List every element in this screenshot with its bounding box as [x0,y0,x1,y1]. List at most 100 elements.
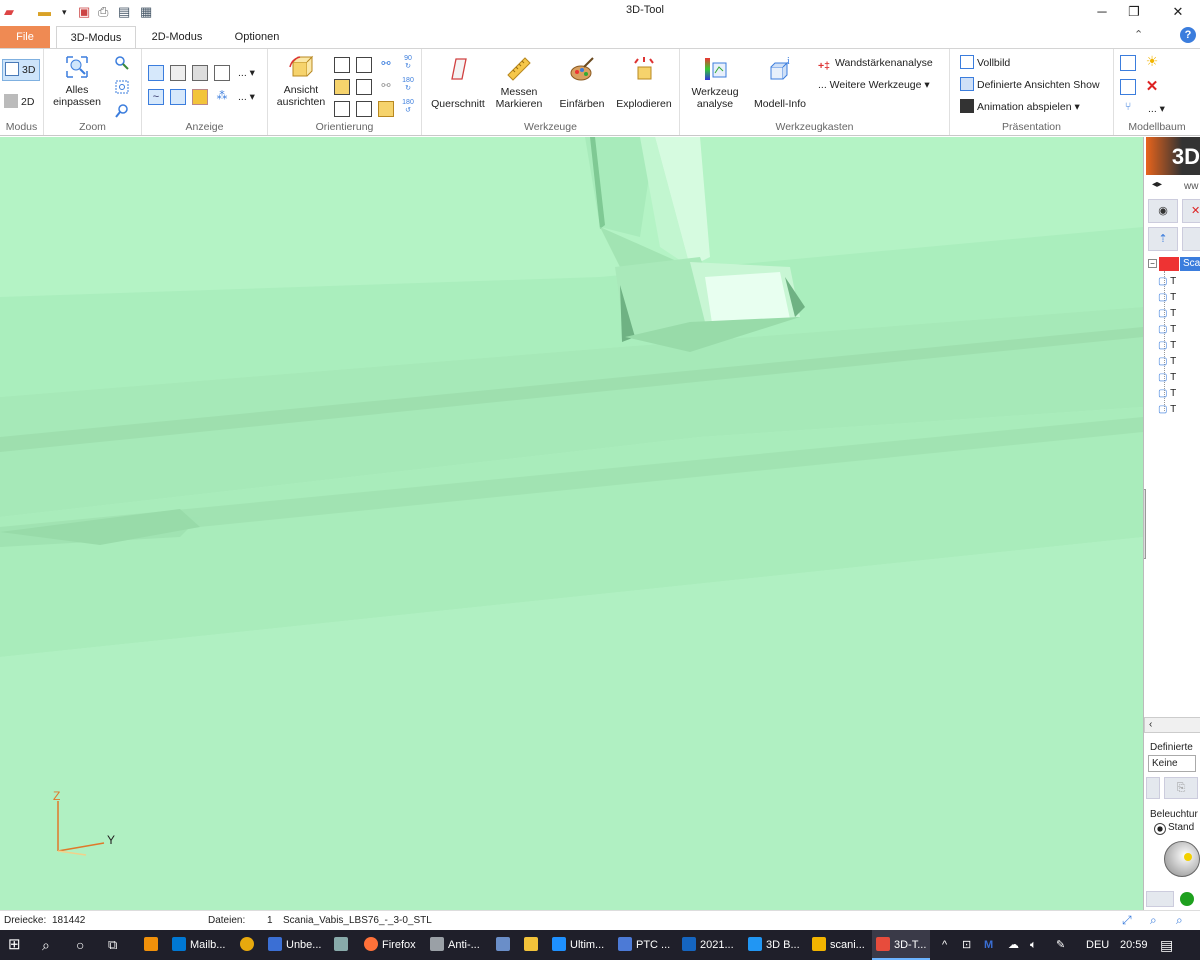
wandstaerke-button[interactable]: +‡ Wandstärkenanalyse [818,55,933,72]
tree-item[interactable]: ▢ T [1158,291,1176,305]
mode-3d-button[interactable]: 3D [2,59,40,81]
explorer-app[interactable] [524,930,540,960]
tree-root-label[interactable]: Sca [1180,257,1200,271]
www-link[interactable]: ww [1184,181,1198,192]
einfaerben-button[interactable]: Einfärben [554,55,610,110]
misc-app[interactable] [334,930,350,960]
zoom-area-icon[interactable] [114,55,130,71]
definierte-select[interactable]: Keine [1148,755,1196,772]
taskbar-app[interactable]: 3D B... [748,930,800,960]
tree-sort-icon[interactable]: ⇡ [1148,227,1178,251]
wireframe-icon[interactable] [214,65,230,81]
tray-chevron-icon[interactable]: ^ [942,930,947,960]
media-app-icon[interactable] [144,930,162,960]
zoom-out-icon[interactable]: ⌕ [1150,911,1157,930]
splitter-handle[interactable] [1144,489,1146,559]
sun-icon[interactable]: ☀ [1144,53,1160,69]
zoom-fit-icon[interactable]: ⤢ [1122,911,1132,930]
chrome-app[interactable] [240,930,256,960]
hide-icon[interactable]: ✕ [1182,199,1200,223]
shaded-edges-icon[interactable] [170,65,186,81]
modell-info-button[interactable]: i Modell-Info [748,55,812,110]
tree-list-icon[interactable] [1120,79,1136,95]
tree-expand-icon[interactable] [1120,55,1136,71]
view-left-icon[interactable] [334,101,350,117]
view-iso-icon[interactable] [378,101,394,117]
tree-item[interactable]: ▢ T [1158,275,1176,289]
view-right-icon[interactable] [356,101,372,117]
werkzeuganalyse-button[interactable]: Werkzeug analyse [684,55,746,110]
taskbar-app[interactable]: Mailb... [172,930,225,960]
collapse-icon[interactable]: − [1148,259,1157,268]
clock[interactable]: 20:59 [1120,930,1148,960]
align-view-button[interactable]: Ansicht ausrichten [274,53,328,108]
tab-3d-modus[interactable]: 3D-Modus [56,26,136,49]
explodieren-button[interactable]: Explodieren [614,55,674,110]
taskbar-app[interactable]: Unbe... [268,930,321,960]
radio-standard[interactable] [1154,823,1166,835]
tree-item[interactable]: ▢ T [1158,403,1176,417]
tree-item[interactable]: ▢ T [1158,307,1176,321]
task-view-icon[interactable]: ⧉ [108,930,117,960]
calculator-app[interactable] [496,930,512,960]
taskbar-app[interactable]: Ultim... [552,930,604,960]
fit-all-button[interactable]: Alles einpassen [52,53,102,108]
weitere-werkzeuge-button[interactable]: ... Weitere Werkzeuge ▾ [818,77,930,93]
view-delete-icon[interactable]: ⎘ [1164,777,1198,799]
taskbar-app[interactable]: 2021... [682,930,734,960]
mode-2d-button[interactable]: 2D [4,93,34,111]
notifications-icon[interactable]: ▤ [1160,930,1173,960]
rotate-180-icon[interactable]: 180 ↻ [400,77,416,93]
help-icon[interactable]: ? [1180,27,1196,43]
view-front-icon[interactable] [334,57,350,73]
view-back-icon[interactable] [356,57,372,73]
horizontal-scrollbar[interactable]: ‹ [1144,717,1200,733]
tab-2d-modus[interactable]: 2D-Modus [142,26,212,48]
onedrive-icon[interactable]: ☁ [1008,930,1019,960]
animation-button[interactable]: Animation abspielen ▾ [960,99,1080,115]
light-sphere-icon[interactable] [1164,841,1200,877]
light-button[interactable] [1146,891,1174,907]
split-icon[interactable]: ◂▸ [1152,179,1162,190]
delete-icon[interactable]: ✕ [1144,77,1160,95]
hidden-lines-icon[interactable] [192,65,208,81]
vollbild-button[interactable]: Vollbild [960,55,1010,71]
view-top-icon[interactable] [334,79,350,95]
taskbar-app[interactable]: Anti-... [430,930,480,960]
points-icon[interactable]: ⁂ [214,89,230,105]
tree-item[interactable]: ▢ T [1158,323,1176,337]
language-indicator[interactable]: DEU [1086,930,1109,960]
windows-start-icon[interactable]: ⊞ [8,930,28,960]
querschnitt-button[interactable]: Querschnitt [428,55,488,110]
dimensions-icon[interactable] [170,89,186,105]
cortana-icon[interactable]: ○ [76,930,84,960]
more-tree-icon[interactable]: ... ▾ [1148,101,1165,117]
tray-device-icon[interactable]: ⊡ [962,930,971,960]
tree-item[interactable]: ▢ T [1158,339,1176,353]
tab-file[interactable]: File [0,26,50,48]
taskbar-app[interactable]: PTC ... [618,930,670,960]
tray-app-icon[interactable]: M [984,930,993,960]
collapse-ribbon-icon[interactable]: ⌃ [1134,28,1143,41]
taskbar-app[interactable]: Firefox [364,930,416,960]
view-bottom-icon[interactable] [356,79,372,95]
shaded-view-icon[interactable] [148,65,164,81]
search-icon[interactable]: ⌕ [42,930,50,960]
zoom-in-icon[interactable]: ⌕ [1176,911,1183,930]
hierarchy-icon[interactable]: ⑂ [1120,101,1136,117]
eye-icon[interactable]: ◉ [1148,199,1178,223]
rotate-90-icon[interactable]: 90 ↻ [400,55,416,71]
pen-icon[interactable]: ✎ [1056,930,1065,960]
pmi-icon[interactable] [192,89,208,105]
view-add-icon[interactable] [1146,777,1160,799]
tree-item[interactable]: ▢ T [1158,371,1176,385]
rotate-view-icon[interactable]: ⚯ [378,57,394,73]
tree-item[interactable]: ▢ T [1158,387,1176,401]
zoom-icon[interactable] [114,103,130,119]
tree-filter-icon[interactable] [1182,227,1200,251]
restore-button[interactable]: ❐ [1112,0,1156,24]
more-display-2-icon[interactable]: ... ▾ [238,89,255,105]
more-display-icon[interactable]: ... ▾ [238,65,255,81]
rotate-180b-icon[interactable]: 180 ↺ [400,99,416,115]
close-button[interactable]: ✕ [1156,0,1200,24]
